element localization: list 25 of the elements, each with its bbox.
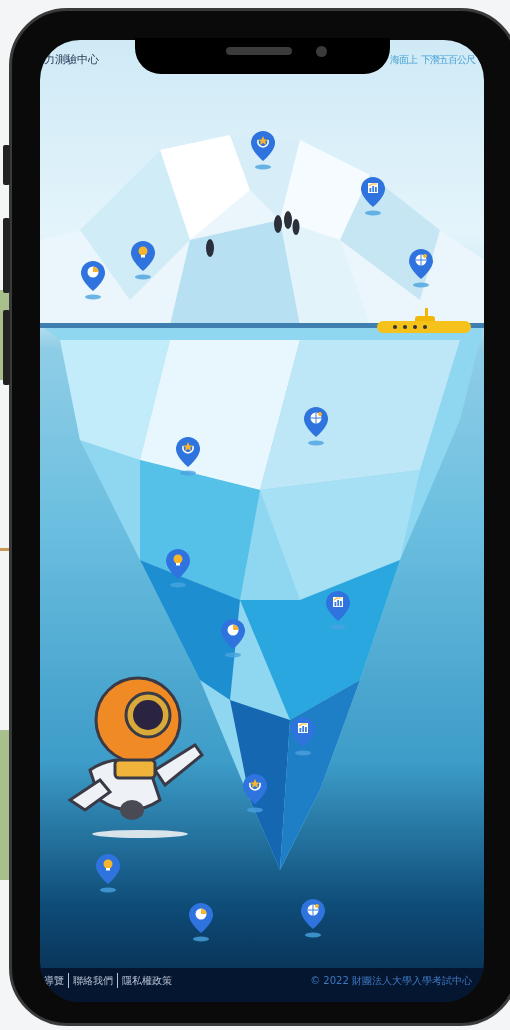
copyright-text: © 2022 財團法人大學入學考試中心 [310, 974, 472, 988]
pie-chart-icon [87, 266, 99, 278]
bar-chart-icon [298, 723, 308, 733]
map-pin[interactable] [95, 853, 121, 893]
pie-chart-icon [227, 624, 239, 636]
laurel-star-icon [249, 779, 261, 791]
bar-chart-icon [368, 183, 378, 193]
pie-chart-icon [195, 908, 207, 920]
globe-icon [415, 254, 427, 266]
bar-chart-icon [333, 597, 343, 607]
footer-link[interactable]: 隱私權政策 [117, 973, 172, 988]
footer-link[interactable]: 聯絡我們 [68, 973, 113, 988]
lightbulb-icon [103, 859, 113, 871]
front-camera [316, 46, 327, 57]
map-pin[interactable] [300, 898, 326, 938]
globe-icon [310, 412, 322, 424]
laurel-star-icon [257, 136, 269, 148]
speaker-grille [226, 47, 292, 55]
laurel-star-icon [182, 442, 194, 454]
site-logo[interactable]: 力測驗中心 [44, 52, 99, 69]
lightbulb-icon [173, 554, 183, 566]
footer-link[interactable]: 導覽 [44, 973, 64, 988]
map-pin[interactable] [188, 902, 214, 942]
lightbulb-icon [138, 246, 148, 258]
globe-icon [307, 904, 319, 916]
